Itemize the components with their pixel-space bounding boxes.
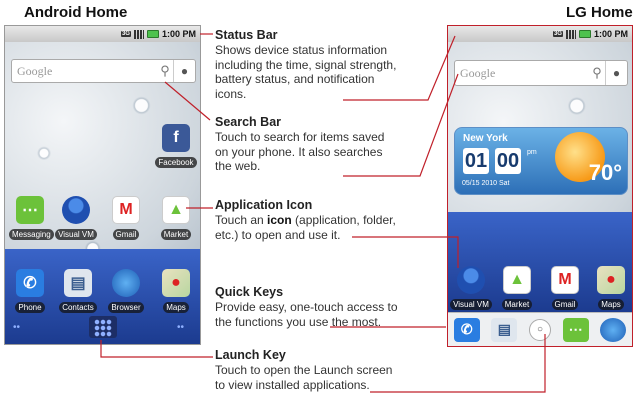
quick-keys-annotation-title: Quick Keys xyxy=(215,285,284,299)
app-visual-vm[interactable]: Visual VM xyxy=(55,196,97,242)
quick-keys-bar: ✆ ▤ ○ ⋯ xyxy=(448,312,632,346)
messaging-icon: ⋯ xyxy=(16,196,44,224)
signal-icon xyxy=(565,29,576,39)
app-label: Visual VM xyxy=(450,299,492,310)
lg-home-screen: 3G 1:00 PM Google ⚲ ● New York 01 00 pm … xyxy=(447,25,633,347)
android-home-screen: 3G 1:00 PM Google ⚲ ● f Facebook ⋯ Messa… xyxy=(4,25,201,345)
app-label: Messaging xyxy=(9,229,54,240)
weather-temperature: 70° xyxy=(588,160,622,185)
weather-date: 05/15 2010 Sat xyxy=(462,180,510,187)
app-facebook[interactable]: f Facebook xyxy=(155,124,197,170)
app-label: Phone xyxy=(15,302,45,313)
visual-voicemail-icon xyxy=(62,196,90,224)
launch-key[interactable]: ○ xyxy=(528,318,551,341)
status-bar[interactable]: 3G 1:00 PM xyxy=(448,26,632,42)
app-icon-annotation-body: Touch an icon (application, folder, etc.… xyxy=(215,213,396,242)
status-bar[interactable]: 3G 1:00 PM xyxy=(5,26,200,42)
gmail-icon: M xyxy=(112,196,140,224)
market-icon: ▲ xyxy=(162,196,190,224)
visual-voicemail-icon xyxy=(457,266,485,294)
battery-icon xyxy=(578,30,591,38)
search-input[interactable]: Google xyxy=(17,64,157,79)
app-market[interactable]: ▲ Market xyxy=(155,196,197,242)
maps-icon: ● xyxy=(597,266,625,294)
status-time: 1:00 PM xyxy=(161,29,196,39)
browser-globe-icon xyxy=(112,269,140,297)
battery-icon xyxy=(146,30,159,38)
app-label: Maps xyxy=(163,302,189,313)
quick-key-contacts[interactable]: ▤ Contacts xyxy=(57,269,99,315)
clock-ampm: pm xyxy=(527,149,537,156)
page-indicator-left: •• xyxy=(13,322,21,333)
app-market[interactable]: ▲ Market xyxy=(496,266,538,312)
clock-hour: 01 xyxy=(463,148,489,174)
app-gmail[interactable]: M Gmail xyxy=(544,266,586,312)
signal-icon xyxy=(133,29,144,39)
app-label: Maps xyxy=(598,299,624,310)
search-bar-annotation-body: Touch to search for items saved on your … xyxy=(215,130,385,173)
search-icon[interactable]: ⚲ xyxy=(589,65,605,81)
quick-key-browser[interactable]: Browser xyxy=(105,269,147,315)
search-bar[interactable]: Google ⚲ ● xyxy=(11,59,196,83)
weather-city: New York xyxy=(463,133,508,144)
search-input[interactable]: Google xyxy=(460,66,589,81)
launch-key[interactable] xyxy=(94,319,112,337)
search-bar[interactable]: Google ⚲ ● xyxy=(454,60,628,86)
contacts-icon: ▤ xyxy=(64,269,92,297)
weather-clock-widget[interactable]: New York 01 00 pm 05/15 2010 Sat 70° xyxy=(454,127,628,195)
app-visual-vm[interactable]: Visual VM xyxy=(450,266,492,312)
launch-key-annotation-title: Launch Key xyxy=(215,348,286,362)
3g-icon: 3G xyxy=(552,31,563,37)
browser-globe-icon[interactable] xyxy=(600,317,627,342)
clock-minute: 00 xyxy=(495,148,521,174)
phone-icon: ✆ xyxy=(16,269,44,297)
lg-home-title: LG Home xyxy=(566,4,633,21)
contacts-icon[interactable]: ▤ xyxy=(491,317,518,342)
launch-key-annotation-body: Touch to open the Launch screen to view … xyxy=(215,363,393,392)
quick-keys-annotation-body: Provide easy, one-touch access to the fu… xyxy=(215,300,398,329)
android-home-title: Android Home xyxy=(24,4,128,21)
quick-key-phone[interactable]: ✆ Phone xyxy=(9,269,51,315)
app-label: Contacts xyxy=(59,302,97,313)
app-maps[interactable]: ● Maps xyxy=(590,266,632,312)
microphone-icon[interactable]: ● xyxy=(605,61,627,85)
status-bar-annotation-title: Status Bar xyxy=(215,28,278,42)
phone-icon[interactable]: ✆ xyxy=(453,317,480,342)
app-label: Gmail xyxy=(551,299,579,310)
app-messaging[interactable]: ⋯ Messaging xyxy=(9,196,54,242)
gmail-icon: M xyxy=(551,266,579,294)
app-gmail[interactable]: M Gmail xyxy=(105,196,147,242)
search-icon[interactable]: ⚲ xyxy=(157,63,173,79)
messaging-icon[interactable]: ⋯ xyxy=(562,317,589,342)
app-label: Browser xyxy=(108,302,144,313)
app-label: Market xyxy=(160,229,192,240)
app-icon-annotation-title: Application Icon xyxy=(215,198,313,212)
app-label: Facebook xyxy=(155,157,197,168)
facebook-icon: f xyxy=(162,124,190,152)
status-time: 1:00 PM xyxy=(593,29,628,39)
app-label: Visual VM xyxy=(55,229,97,240)
search-bar-annotation-title: Search Bar xyxy=(215,115,282,129)
status-bar-annotation-body: Shows device status information includin… xyxy=(215,43,397,101)
quick-key-maps[interactable]: ● Maps xyxy=(155,269,197,315)
microphone-icon[interactable]: ● xyxy=(173,60,195,82)
market-icon: ▲ xyxy=(503,266,531,294)
page-indicator-right: •• xyxy=(177,322,185,333)
3g-icon: 3G xyxy=(120,31,131,37)
app-label: Market xyxy=(501,299,533,310)
maps-icon: ● xyxy=(162,269,190,297)
app-label: Gmail xyxy=(112,229,140,240)
